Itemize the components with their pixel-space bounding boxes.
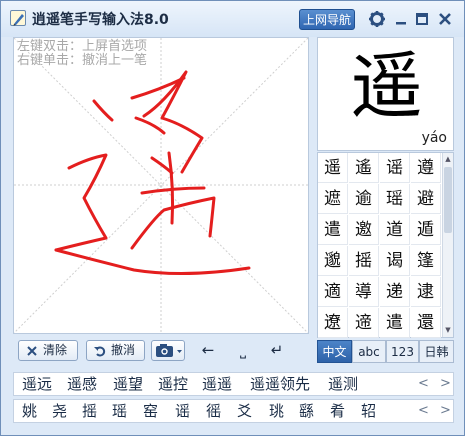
candidate-cell[interactable]: 遵 xyxy=(411,153,441,183)
candidate-cell[interactable]: 遮 xyxy=(318,184,348,214)
char-candidate[interactable]: 谣 xyxy=(175,400,190,422)
candidate-cell[interactable]: 道 xyxy=(380,215,410,245)
enter-icon[interactable]: ↵ xyxy=(266,340,288,361)
candidate-cell[interactable]: 瑶 xyxy=(380,184,410,214)
word-candidate[interactable]: 遥望 xyxy=(113,373,143,395)
char-candidate[interactable]: 瑶 xyxy=(112,400,127,422)
candidate-cell[interactable]: 逮 xyxy=(411,277,441,307)
tab-abc[interactable]: abc xyxy=(352,340,386,363)
backspace-arrow-icon[interactable]: ← xyxy=(197,340,219,361)
input-method-window: 逍遥笔手写输入法8.0 上网导航 左键双击：上屏首选项 右键单击：撤消上一笔 遥… xyxy=(0,0,465,436)
candidate-cell[interactable]: 遣 xyxy=(318,215,348,245)
candidate-cell[interactable]: 篷 xyxy=(411,246,441,276)
char-candidate[interactable]: 尧 xyxy=(52,400,67,422)
word-candidate[interactable]: 遥测 xyxy=(328,373,358,395)
word-candidate[interactable]: 遥遥 xyxy=(202,373,232,395)
candidate-cell[interactable]: 還 xyxy=(411,308,441,338)
handwriting-strokes xyxy=(14,38,308,333)
pen-app-icon xyxy=(10,10,26,26)
close-icon[interactable] xyxy=(435,9,455,29)
word-candidate[interactable]: 遥远 xyxy=(22,373,52,395)
screenshot-button[interactable] xyxy=(151,340,185,361)
window-title: 逍遥笔手写输入法8.0 xyxy=(32,12,169,28)
char-candidate[interactable]: 摇 xyxy=(82,400,97,422)
title-bar[interactable]: 逍遥笔手写输入法8.0 上网导航 xyxy=(1,1,464,37)
scroll-up-icon[interactable]: ▲ xyxy=(443,153,453,165)
candidate-cell[interactable]: 遁 xyxy=(411,215,441,245)
candidate-cell[interactable]: 谒 xyxy=(380,246,410,276)
candidate-grid: 遥 遙 谣 遵 遮 逾 瑶 避 遣 邀 道 遁 邈 摇 谒 篷 適 導 递 逮 … xyxy=(317,152,454,338)
mode-tabs: 中文 abc 123 日韩 xyxy=(317,340,454,363)
candidate-cell[interactable]: 遥 xyxy=(318,153,348,183)
word-candidate[interactable]: 遥控 xyxy=(158,373,188,395)
char-candidate[interactable]: 肴 xyxy=(330,400,345,422)
char-candidate[interactable]: 珧 xyxy=(269,400,284,422)
tab-japanese-korean[interactable]: 日韩 xyxy=(419,340,454,363)
undo-icon xyxy=(94,346,106,357)
word-candidate[interactable]: 遥感 xyxy=(67,373,97,395)
candidate-cell[interactable]: 遆 xyxy=(349,308,379,338)
prev-page-icon[interactable]: < xyxy=(418,373,429,395)
clear-label: 清除 xyxy=(43,343,68,357)
candidate-cell[interactable]: 導 xyxy=(349,277,379,307)
tab-chinese[interactable]: 中文 xyxy=(317,340,352,363)
char-candidate-bar: 姚 尧 摇 瑶 窑 谣 徭 爻 珧 繇 肴 轺 < > xyxy=(13,399,454,423)
candidate-cell[interactable]: 邀 xyxy=(349,215,379,245)
char-candidate[interactable]: 徭 xyxy=(206,400,221,422)
word-candidate[interactable]: 遥遥领先 xyxy=(250,373,310,395)
candidate-cell[interactable]: 遼 xyxy=(318,308,348,338)
candidate-cell[interactable]: 递 xyxy=(380,277,410,307)
tab-123[interactable]: 123 xyxy=(386,340,419,363)
char-candidate[interactable]: 姚 xyxy=(22,400,37,422)
close-x-icon xyxy=(27,346,37,356)
undo-label: 撤消 xyxy=(111,343,136,357)
candidate-cell[interactable]: 適 xyxy=(318,277,348,307)
candidate-cell[interactable]: 遙 xyxy=(349,153,379,183)
gear-icon[interactable] xyxy=(367,9,387,29)
char-candidate[interactable]: 窑 xyxy=(143,400,158,422)
candidate-cell[interactable]: 邈 xyxy=(318,246,348,276)
recognized-char-panel: 遥 yáo xyxy=(317,37,454,151)
space-icon[interactable]: ⎵ xyxy=(232,340,254,361)
candidate-scrollbar[interactable]: ▲ ▼ xyxy=(442,153,453,337)
camera-icon xyxy=(156,344,182,357)
prev-page-icon[interactable]: < xyxy=(418,400,429,422)
pinyin-label: yáo xyxy=(421,130,447,146)
next-page-icon[interactable]: > xyxy=(440,373,451,395)
scrollbar-thumb[interactable] xyxy=(444,167,452,233)
candidate-cell[interactable]: 摇 xyxy=(349,246,379,276)
undo-button[interactable]: 撤消 xyxy=(86,340,145,361)
web-navigation-button[interactable]: 上网导航 xyxy=(299,9,355,30)
word-candidate-bar: 遥远 遥感 遥望 遥控 遥遥 遥遥领先 遥测 < > xyxy=(13,372,454,396)
char-candidate[interactable]: 繇 xyxy=(299,400,314,422)
candidate-cell[interactable]: 逾 xyxy=(349,184,379,214)
char-candidate[interactable]: 爻 xyxy=(237,400,252,422)
char-candidate[interactable]: 轺 xyxy=(361,400,376,422)
maximize-icon[interactable] xyxy=(412,9,432,29)
handwriting-canvas[interactable]: 左键双击：上屏首选项 右键单击：撤消上一笔 xyxy=(13,37,309,334)
scroll-down-icon[interactable]: ▼ xyxy=(443,324,453,336)
next-page-icon[interactable]: > xyxy=(440,400,451,422)
candidate-cell[interactable]: 避 xyxy=(411,184,441,214)
recognized-char: 遥 xyxy=(350,44,423,128)
clear-button[interactable]: 清除 xyxy=(18,340,78,361)
candidate-cell[interactable]: 遣 xyxy=(380,308,410,338)
candidate-cell[interactable]: 谣 xyxy=(380,153,410,183)
minimize-icon[interactable] xyxy=(391,9,411,29)
